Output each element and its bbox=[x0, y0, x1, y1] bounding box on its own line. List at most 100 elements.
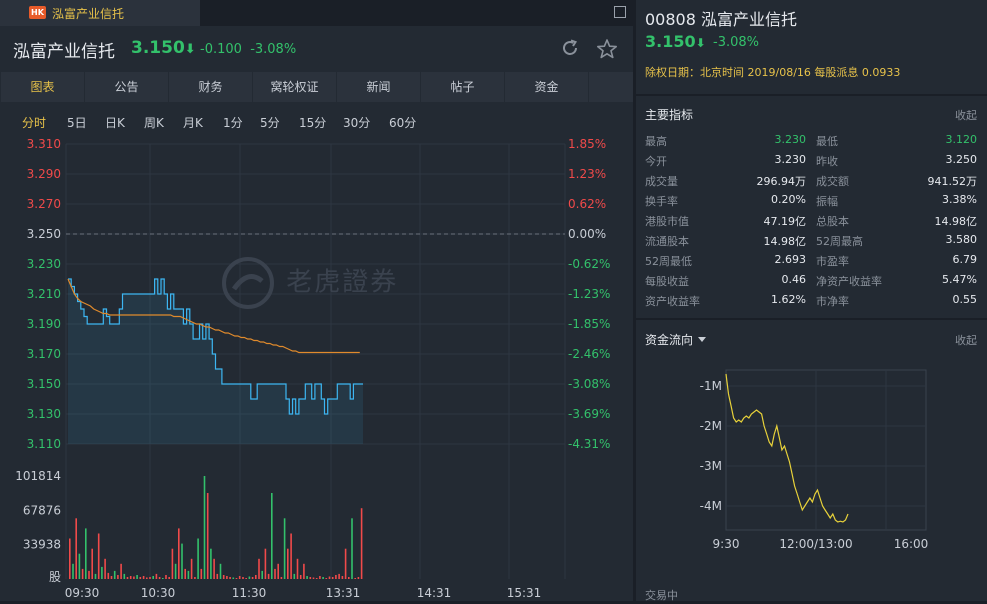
volume-bar bbox=[81, 568, 84, 579]
volume-bar bbox=[280, 577, 283, 579]
window-control-square[interactable] bbox=[614, 6, 626, 18]
period-6[interactable]: 5分 bbox=[260, 114, 280, 131]
nav-tab-5[interactable]: 帖子 bbox=[421, 72, 504, 102]
volume-bar bbox=[210, 548, 212, 579]
metric-label: 成交额 bbox=[816, 175, 849, 188]
detail-change-pct: -3.08% bbox=[713, 35, 759, 50]
volume-bar bbox=[354, 578, 356, 579]
volume-bar bbox=[238, 576, 241, 579]
volume-bar bbox=[267, 573, 270, 579]
volume-bar bbox=[133, 576, 135, 579]
hk-badge: HK bbox=[29, 6, 46, 19]
volume-bar bbox=[290, 533, 292, 579]
fund-x-tick: 12:00/13:00 bbox=[779, 537, 852, 551]
volume-bar bbox=[264, 548, 267, 579]
volume-bar bbox=[88, 570, 90, 579]
period-8[interactable]: 30分 bbox=[343, 114, 370, 131]
volume-bar bbox=[129, 576, 132, 579]
volume-bar bbox=[75, 518, 77, 579]
metric-value: 296.94万 bbox=[756, 175, 807, 188]
volume-bar bbox=[271, 493, 273, 579]
price-tick-label: 3.230 bbox=[27, 257, 61, 271]
refresh-icon[interactable] bbox=[560, 38, 580, 58]
metric-value: 1.62% bbox=[771, 293, 806, 306]
volume-bar bbox=[85, 528, 87, 579]
price-tick-label: 3.290 bbox=[27, 167, 61, 181]
volume-bar bbox=[72, 563, 74, 579]
period-5[interactable]: 1分 bbox=[223, 114, 243, 131]
nav-tab-0[interactable]: 图表 bbox=[1, 72, 84, 102]
price-tick-label: 3.310 bbox=[27, 137, 61, 151]
volume-bar bbox=[219, 563, 222, 579]
metric-label: 市盈率 bbox=[816, 255, 849, 268]
volume-bar bbox=[174, 563, 177, 579]
metric-label: 总股本 bbox=[816, 215, 849, 228]
volume-bar bbox=[255, 575, 257, 579]
last-price: 3.150⬇ bbox=[131, 38, 196, 58]
nav-tab-3[interactable]: 窝轮权证 bbox=[253, 72, 336, 102]
stock-code-title: 00808 泓富产业信托 bbox=[645, 10, 798, 29]
period-0[interactable]: 分时 bbox=[22, 114, 46, 131]
pct-tick-label: 0.62% bbox=[568, 197, 606, 211]
metric-value: 0.20% bbox=[771, 193, 806, 206]
volume-bar bbox=[216, 573, 219, 579]
volume-bar bbox=[171, 548, 174, 579]
volume-bar bbox=[360, 508, 363, 579]
metric-value: 3.230 bbox=[774, 133, 807, 146]
price-tick-label: 3.210 bbox=[27, 287, 61, 301]
metric-value: 6.79 bbox=[952, 253, 978, 266]
metric-label: 资产收益率 bbox=[645, 295, 700, 308]
metric-label: 流通股本 bbox=[645, 235, 689, 248]
volume-bar bbox=[200, 568, 203, 579]
period-1[interactable]: 5日 bbox=[67, 114, 87, 131]
nav-tab-2[interactable]: 财务 bbox=[169, 72, 252, 102]
volume-bar bbox=[348, 577, 350, 579]
metric-label: 52周最低 bbox=[645, 255, 692, 268]
price-tick-label: 3.270 bbox=[27, 197, 61, 211]
volume-bar bbox=[165, 575, 167, 579]
star-icon[interactable] bbox=[596, 38, 618, 60]
nav-tab-4[interactable]: 新闻 bbox=[337, 72, 420, 102]
period-2[interactable]: 日K bbox=[105, 114, 125, 131]
price-tick-label: 3.170 bbox=[27, 347, 61, 361]
volume-bar bbox=[251, 577, 254, 579]
nav-tab-6[interactable]: 资金 bbox=[505, 72, 588, 102]
stock-name: 泓富产业信托 bbox=[13, 42, 115, 62]
volume-bar bbox=[155, 573, 158, 579]
volume-bar bbox=[328, 576, 331, 579]
volume-bar bbox=[139, 577, 142, 579]
volume-bar bbox=[283, 518, 286, 579]
stock-tab[interactable]: HK 泓富产业信托 bbox=[0, 0, 200, 26]
quote-panel: HK 泓富产业信托 泓富产业信托 3.150⬇ -0.100 -3.08% 图表… bbox=[0, 0, 633, 601]
volume-bar bbox=[319, 576, 321, 579]
volume-tick-label: 67876 bbox=[23, 503, 61, 517]
dividend-notice: 除权日期：北京时间 2019/08/16 每股派息 0.0933 bbox=[645, 66, 901, 79]
metric-label: 净资产收益率 bbox=[816, 275, 882, 288]
metric-value: 3.120 bbox=[945, 133, 978, 146]
period-3[interactable]: 周K bbox=[144, 114, 164, 131]
metric-label: 换手率 bbox=[645, 195, 678, 208]
volume-bar bbox=[110, 576, 113, 579]
pct-tick-label: -1.85% bbox=[568, 317, 610, 331]
volume-tick-label: 101814 bbox=[15, 469, 61, 483]
period-4[interactable]: 月K bbox=[183, 114, 203, 131]
volume-bar bbox=[190, 558, 193, 579]
fund-y-tick: -3M bbox=[700, 459, 722, 473]
nav-tab-spacer bbox=[589, 72, 633, 102]
metric-label: 昨收 bbox=[816, 155, 838, 168]
period-7[interactable]: 15分 bbox=[299, 114, 326, 131]
volume-bar bbox=[178, 528, 180, 579]
intraday-chart[interactable]: 3.310 3.290 3.270 3.250 3.230 3.210 3.190 3.170… bbox=[0, 134, 633, 601]
fund-collapse-button[interactable]: 收起 bbox=[955, 332, 977, 348]
metrics-collapse-button[interactable]: 收起 bbox=[955, 107, 977, 123]
pct-tick-label: 0.00% bbox=[568, 227, 606, 241]
fund-flow-title[interactable]: 资金流向 bbox=[645, 331, 707, 348]
nav-tab-1[interactable]: 公告 bbox=[85, 72, 168, 102]
tiger-logo-icon bbox=[222, 257, 274, 309]
fund-x-tick: 9:30 bbox=[713, 537, 740, 551]
period-9[interactable]: 60分 bbox=[389, 114, 416, 131]
time-tick-label: 13:31 bbox=[326, 586, 361, 600]
volume-bar bbox=[261, 570, 263, 579]
metric-value: 3.580 bbox=[945, 233, 978, 246]
detail-panel: 00808 泓富产业信托 3.150⬇ -3.08% 除权日期：北京时间 201… bbox=[636, 0, 987, 602]
